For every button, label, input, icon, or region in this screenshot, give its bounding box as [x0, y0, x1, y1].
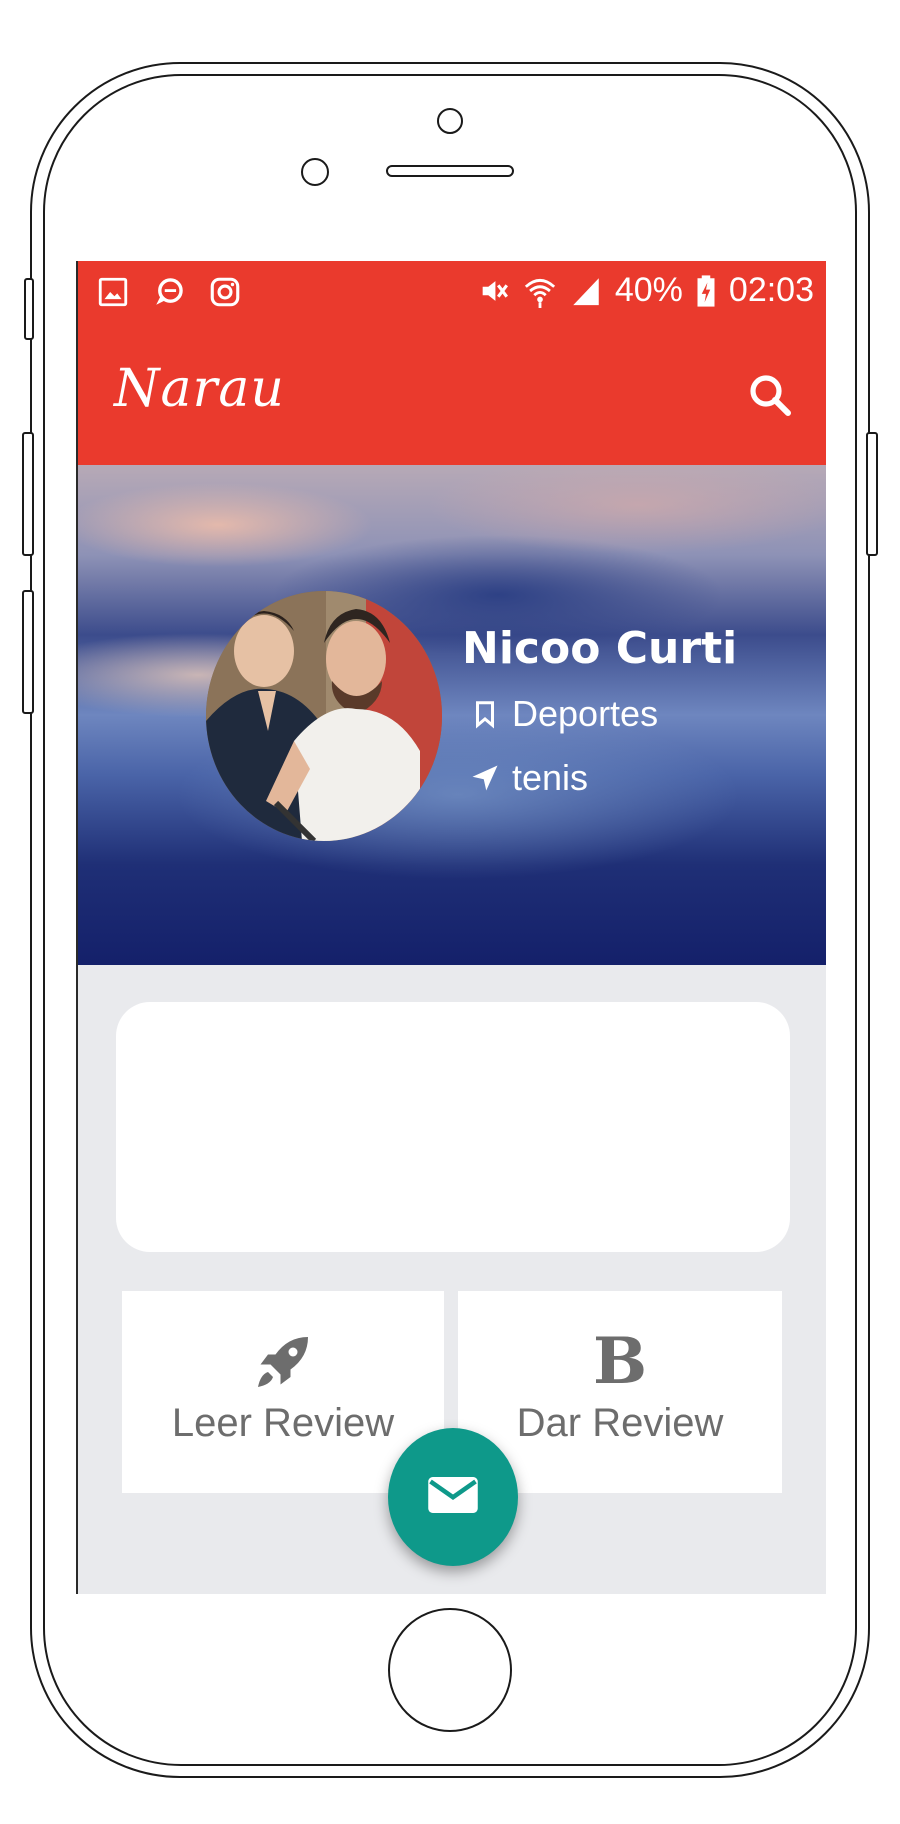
app-logo: Narau [114, 359, 285, 419]
bold-b-icon: B [592, 1324, 648, 1399]
battery-charging-icon [695, 274, 717, 308]
proximity-sensor [437, 108, 463, 134]
tag-label: tenis [512, 757, 589, 798]
mail-icon [428, 1477, 478, 1513]
side-button-volume-down [22, 590, 34, 714]
instagram-icon [208, 275, 242, 309]
mute-icon [477, 274, 511, 308]
front-camera [301, 158, 329, 186]
signal-icon [569, 274, 603, 308]
image-icon [96, 275, 130, 309]
app-bar: Narau [78, 325, 826, 465]
message-fab[interactable] [388, 1428, 518, 1566]
bookmark-icon [476, 701, 494, 729]
read-review-label: Leer Review [171, 1401, 395, 1445]
category-label: Deportes [512, 693, 659, 734]
clock: 02:03 [728, 271, 814, 309]
give-review-label: Dar Review [516, 1401, 724, 1445]
search-button[interactable] [746, 371, 794, 419]
screen: 40% 02:03 Narau Nicoo Curti Deportes ten… [76, 261, 826, 1594]
rocket-icon [258, 1337, 308, 1387]
profile-header: Nicoo Curti Deportes tenis [78, 465, 826, 965]
chat-icon [152, 275, 186, 309]
status-notifications [96, 275, 242, 309]
wifi-icon [523, 274, 557, 308]
profile-name: Nicoo Curti [462, 623, 738, 674]
status-system: 40% 02:03 [477, 271, 814, 310]
earpiece-speaker [386, 165, 514, 177]
battery-percent: 40% [614, 271, 683, 309]
side-button-mute [24, 278, 34, 340]
avatar[interactable] [206, 591, 442, 841]
side-button-power [866, 432, 878, 556]
side-button-volume-up [22, 432, 34, 556]
home-button[interactable] [388, 1608, 512, 1732]
profile-category: Deportes [470, 693, 658, 735]
profile-tag: tenis [470, 757, 588, 799]
search-icon [750, 375, 791, 416]
status-bar: 40% 02:03 [78, 261, 826, 325]
profile-card [116, 1002, 790, 1252]
navigation-arrow-icon [472, 765, 498, 791]
